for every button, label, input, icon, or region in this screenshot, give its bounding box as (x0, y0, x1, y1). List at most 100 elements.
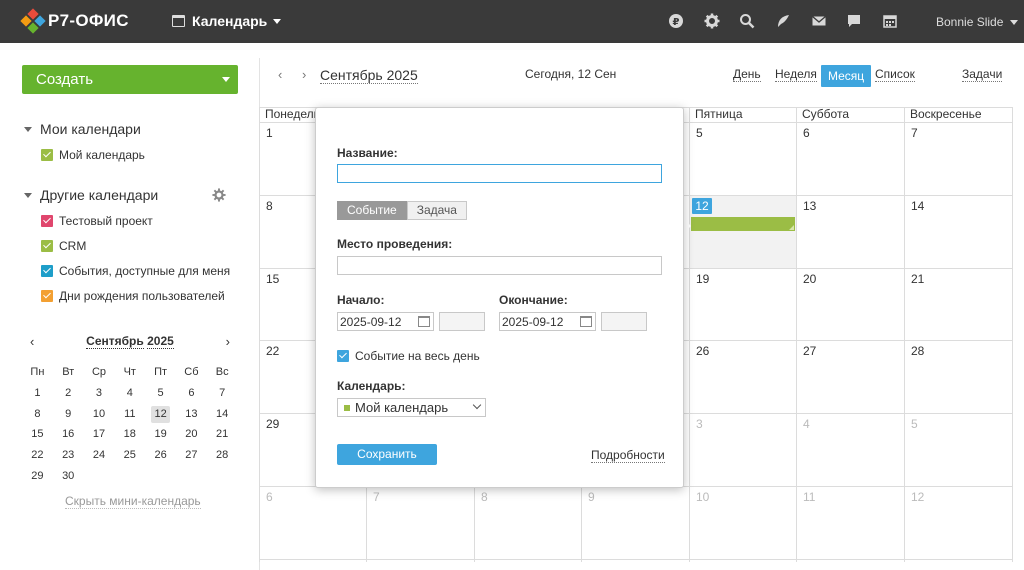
day-number[interactable]: 29 (266, 417, 279, 431)
calendar-icon[interactable] (882, 13, 898, 29)
type-task-tab[interactable]: Задача (406, 201, 467, 220)
mini-day[interactable]: 12 (145, 404, 176, 425)
feed-icon[interactable] (775, 13, 791, 29)
mini-calendar-title[interactable]: Сентябрь 2025 (22, 334, 238, 349)
mini-day[interactable]: 8 (22, 404, 53, 425)
mini-day[interactable]: 17 (84, 424, 115, 445)
checkbox[interactable] (41, 290, 53, 302)
mini-day[interactable]: 15 (22, 424, 53, 445)
gear-icon[interactable] (212, 188, 226, 202)
other-calendars-header[interactable]: Другие календари (24, 187, 158, 203)
all-day-option[interactable]: Событие на весь день (337, 349, 480, 363)
day-number[interactable]: 27 (803, 344, 816, 358)
view-month-button[interactable]: Месяц (821, 65, 872, 87)
day-number[interactable]: 22 (266, 344, 279, 358)
mini-day[interactable]: 6 (176, 383, 207, 404)
chevron-right-icon[interactable]: › (302, 67, 306, 82)
view-list-button[interactable]: Список (875, 67, 915, 82)
day-number[interactable]: 20 (803, 272, 816, 286)
mini-day[interactable]: 26 (145, 445, 176, 466)
today-label[interactable]: Сегодня, 12 Сен (525, 67, 616, 81)
calendar-item-shared-events[interactable]: События, доступные для меня (41, 264, 230, 278)
mini-day[interactable]: 28 (207, 445, 238, 466)
location-input[interactable] (337, 256, 662, 275)
mini-day[interactable]: 7 (207, 383, 238, 404)
name-input[interactable] (337, 164, 662, 183)
day-number[interactable]: 8 (266, 199, 273, 213)
gear-icon[interactable] (704, 13, 720, 29)
mini-day[interactable]: 10 (84, 404, 115, 425)
calendar-select[interactable]: Мой календарь (337, 398, 486, 417)
day-number[interactable]: 21 (911, 272, 924, 286)
day-number[interactable]: 15 (266, 272, 279, 286)
start-time-input[interactable] (439, 312, 485, 331)
mini-day[interactable]: 3 (84, 383, 115, 404)
mini-day[interactable]: 11 (114, 404, 145, 425)
mini-day[interactable]: 16 (53, 424, 84, 445)
module-switcher[interactable]: Календарь (172, 13, 282, 29)
logo[interactable]: Р7-ОФИС (20, 8, 129, 34)
checkbox[interactable] (41, 240, 53, 252)
day-number[interactable]: 8 (481, 490, 488, 504)
day-number[interactable]: 7 (911, 126, 918, 140)
day-number[interactable]: 10 (696, 490, 709, 504)
day-number[interactable]: 7 (373, 490, 380, 504)
mini-day[interactable]: 2 (53, 383, 84, 404)
checkbox[interactable] (41, 265, 53, 277)
mini-day[interactable]: 27 (176, 445, 207, 466)
create-button[interactable]: Создать (22, 65, 238, 94)
day-number[interactable]: 4 (803, 417, 810, 431)
my-calendars-header[interactable]: Мои календари (24, 121, 141, 137)
event-bar[interactable] (691, 217, 795, 231)
day-number[interactable]: 26 (696, 344, 709, 358)
checkbox[interactable] (41, 215, 53, 227)
mini-day[interactable]: 29 (22, 466, 53, 487)
mini-day[interactable]: 14 (207, 404, 238, 425)
view-day-button[interactable]: День (733, 67, 761, 82)
mini-day[interactable]: 22 (22, 445, 53, 466)
day-number[interactable]: 14 (911, 199, 924, 213)
mini-day[interactable]: 21 (207, 424, 238, 445)
day-number[interactable]: 1 (266, 126, 273, 140)
mini-day[interactable]: 23 (53, 445, 84, 466)
day-number[interactable]: 28 (911, 344, 924, 358)
mail-icon[interactable] (811, 13, 827, 29)
calendar-picker-icon[interactable] (580, 316, 592, 327)
save-button[interactable]: Сохранить (337, 444, 437, 465)
day-number[interactable]: 11 (803, 490, 815, 504)
day-number[interactable]: 13 (803, 199, 816, 213)
mini-day[interactable]: 13 (176, 404, 207, 425)
today-day-number[interactable]: 12 (692, 198, 712, 214)
mini-day[interactable]: 24 (84, 445, 115, 466)
day-number[interactable]: 12 (911, 490, 924, 504)
calendar-picker-icon[interactable] (418, 316, 430, 327)
all-day-checkbox[interactable] (337, 350, 349, 362)
ruble-icon[interactable]: ₽ (668, 13, 684, 29)
mini-day[interactable]: 19 (145, 424, 176, 445)
chevron-right-icon[interactable]: › (226, 334, 230, 349)
view-week-button[interactable]: Неделя (775, 67, 817, 82)
day-number[interactable]: 6 (266, 490, 273, 504)
mini-day[interactable]: 25 (114, 445, 145, 466)
calendar-item-crm[interactable]: CRM (41, 239, 86, 253)
search-icon[interactable] (739, 13, 755, 29)
checkbox[interactable] (41, 149, 53, 161)
calendar-item-my[interactable]: Мой календарь (41, 148, 145, 162)
details-link[interactable]: Подробности (591, 448, 665, 463)
tasks-button[interactable]: Задачи (962, 67, 1003, 82)
day-number[interactable]: 9 (588, 490, 595, 504)
calendar-item-birthdays[interactable]: Дни рождения пользователей (41, 289, 225, 303)
type-event-tab[interactable]: Событие (337, 201, 407, 220)
calendar-item-test-project[interactable]: Тестовый проект (41, 214, 153, 228)
hide-mini-calendar-link[interactable]: Скрыть мини-календарь (65, 494, 201, 509)
day-number[interactable]: 5 (911, 417, 918, 431)
day-number[interactable]: 6 (803, 126, 810, 140)
mini-day[interactable]: 18 (114, 424, 145, 445)
user-menu[interactable]: Bonnie Slide (936, 15, 1019, 29)
mini-day[interactable]: 4 (114, 383, 145, 404)
chevron-left-icon[interactable]: ‹ (278, 67, 282, 82)
month-title[interactable]: Сентябрь 2025 (320, 67, 418, 84)
day-number[interactable]: 3 (696, 417, 703, 431)
day-number[interactable]: 5 (696, 126, 703, 140)
chat-icon[interactable] (846, 13, 862, 29)
